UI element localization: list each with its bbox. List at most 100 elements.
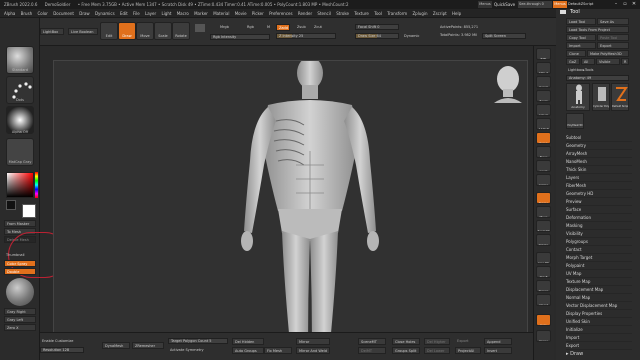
del-lower-button[interactable]: Del Lower <box>424 347 450 354</box>
subpanel-thick-skin[interactable]: Thick Skin <box>566 166 632 174</box>
export-bottom-button[interactable]: Export <box>455 338 481 345</box>
rgb-intensity-slider[interactable]: Rgb Intensity <box>210 34 270 40</box>
scenemt-button[interactable]: SceneMT <box>358 338 386 345</box>
make-polymesh3d-button[interactable]: Make PolyMesh3D <box>587 50 629 57</box>
subpanel-morph-target[interactable]: Morph Target <box>566 254 632 262</box>
visible-button[interactable]: Visible <box>596 58 620 65</box>
zoom-button[interactable]: Zoom <box>536 90 551 102</box>
scale-tool-button[interactable]: Scale <box>154 22 172 40</box>
zadd-button[interactable]: Zadd <box>276 24 290 31</box>
auto-groups-button[interactable]: Auto Groups <box>232 347 264 354</box>
groups-split-button[interactable]: Groups Split <box>392 347 420 354</box>
m-button[interactable]: M <box>265 24 275 31</box>
see-through-slider[interactable]: See-through 0 <box>518 1 552 8</box>
copy-tool-button[interactable]: Copy Tool <box>566 34 596 41</box>
tray-handle-icon[interactable] <box>560 10 566 14</box>
r-button[interactable]: R <box>621 58 629 65</box>
menu-layer[interactable]: Layer <box>145 9 156 18</box>
gray-right-button[interactable]: Gray Right <box>4 308 36 315</box>
cylinder-tool-thumbnail[interactable]: Cylinder PolyMesh <box>592 83 610 111</box>
subpanel-export[interactable]: Export <box>566 342 632 350</box>
rgb-button[interactable]: Rgb <box>245 24 261 31</box>
secondary-color-swatch[interactable] <box>6 200 16 210</box>
dynamic-button[interactable]: Dynamic <box>402 33 420 40</box>
mrgb-button[interactable]: Mrgb <box>218 24 238 31</box>
menu-picker[interactable]: Picker <box>252 9 264 18</box>
current-tool-slider[interactable]: Anatomy: 49 <box>566 75 629 81</box>
goz-button[interactable]: GoZ <box>566 58 580 65</box>
simple-brush-thumbnail[interactable]: Default Simple Brush <box>611 83 629 111</box>
subpanel-geometry[interactable]: Geometry <box>566 142 632 150</box>
navigation-head-icon[interactable] <box>490 63 526 103</box>
gray-left-button[interactable]: Gray Left <box>4 316 36 323</box>
close-icon[interactable]: ✕ <box>630 1 638 8</box>
activate-symmetry-button[interactable]: Activate Symmetry <box>168 347 228 354</box>
menu-material[interactable]: Material <box>213 9 229 18</box>
subpanel-deformation[interactable]: Deformation <box>566 214 632 222</box>
subpanel-masking[interactable]: Masking <box>566 222 632 230</box>
zsub-button[interactable]: Zsub <box>295 24 309 31</box>
from-masker-button[interactable]: From Masker <box>4 220 36 227</box>
default-zscript-button[interactable]: DefaultZScript <box>568 1 608 8</box>
subpanel-subtool[interactable]: Subtool <box>566 134 632 142</box>
zoom3d-button[interactable]: Zoom3D <box>536 220 551 232</box>
mirror-button[interactable]: Mirror <box>296 338 330 345</box>
z-intensity-slider[interactable]: Z Intensity 25 <box>276 33 336 39</box>
draw-tool-button[interactable]: Draw <box>118 22 136 40</box>
load-tools-from-project-button[interactable]: Load Tools From Project <box>566 26 629 33</box>
menu-zplugin[interactable]: Zplugin <box>412 9 427 18</box>
transp-button[interactable]: Transp <box>536 280 551 292</box>
spix-button[interactable]: SPix 3 <box>536 62 551 74</box>
menu-dynamics[interactable]: Dynamics <box>95 9 115 18</box>
menu-movie[interactable]: Movie <box>235 9 247 18</box>
menu-document[interactable]: Document <box>53 9 74 18</box>
lightbox-button[interactable]: LightBox <box>40 28 64 35</box>
subpanel-nanomesh[interactable]: NanoMesh <box>566 158 632 166</box>
menu-stroke[interactable]: Stroke <box>336 9 349 18</box>
all-button[interactable]: All <box>581 58 595 65</box>
delmt-button[interactable]: DelMT <box>358 347 386 354</box>
mirror-and-weld-button[interactable]: Mirror And Weld <box>296 347 330 354</box>
load-tool-button[interactable]: Load Tool <box>566 18 596 25</box>
rotate-button[interactable]: Rotate <box>536 234 551 246</box>
main-color-swatch[interactable] <box>22 204 36 218</box>
subpanel-initialize[interactable]: Initialize <box>566 326 632 334</box>
subpanel-display-properties[interactable]: Display Properties <box>566 310 632 318</box>
menus-button[interactable]: Menus <box>553 1 567 8</box>
menu-file[interactable]: File <box>133 9 140 18</box>
rotate-tool-button[interactable]: Rotate <box>172 22 190 40</box>
subpanel-visibility[interactable]: Visibility <box>566 230 632 238</box>
color-picker[interactable] <box>6 172 34 198</box>
menu-texture[interactable]: Texture <box>354 9 369 18</box>
subpanel-vector-displacement-map[interactable]: Vector Displacement Map <box>566 302 632 310</box>
color-spray-button[interactable]: Color Spray <box>4 260 36 267</box>
subpanel-arraymesh[interactable]: ArrayMesh <box>566 150 632 158</box>
menu-preferences[interactable]: Preferences <box>269 9 293 18</box>
color-swatch-icon[interactable] <box>195 24 205 32</box>
lightbox-tools-button[interactable]: Lightbox▸Tools <box>566 67 629 74</box>
menu-edit[interactable]: Edit <box>120 9 128 18</box>
ghost-button[interactable]: Ghost <box>536 294 551 306</box>
export-button[interactable]: Export <box>597 42 629 49</box>
menu-brush[interactable]: Brush <box>21 9 33 18</box>
fix-mesh-button[interactable]: Fix Mesh <box>264 347 292 354</box>
split-screen-slider[interactable]: Split Screen <box>482 33 526 39</box>
subpanel-texture-map[interactable]: Texture Map <box>566 278 632 286</box>
polymesh3d-thumbnail[interactable]: PolyMesh3D <box>566 113 584 129</box>
del-hidden-button[interactable]: Del Hidden <box>232 338 264 345</box>
resolution-slider[interactable]: Resolution 128 <box>40 347 84 353</box>
subpanel-unified-skin[interactable]: Unified Skin <box>566 318 632 326</box>
menu-draw[interactable]: Draw <box>79 9 89 18</box>
menu-render[interactable]: Render <box>298 9 312 18</box>
polyf-button[interactable]: PolyF <box>536 266 551 278</box>
draw-size-slider[interactable]: Draw Size 64 <box>355 33 399 39</box>
aahalf-button[interactable]: AAHalf <box>536 118 551 130</box>
live-boolean-button[interactable]: Live Boolean <box>68 28 98 35</box>
enable-customize-button[interactable]: Enable Customize <box>40 338 80 345</box>
menu-light[interactable]: Light <box>161 9 171 18</box>
minimize-icon[interactable]: – <box>612 1 620 8</box>
subpanel-geometry-hd[interactable]: Geometry HD <box>566 190 632 198</box>
menu-transform[interactable]: Transform <box>387 9 407 18</box>
menu-marker[interactable]: Marker <box>194 9 208 18</box>
target-polycount-slider[interactable]: Target Polygon Count 5 <box>168 338 228 344</box>
